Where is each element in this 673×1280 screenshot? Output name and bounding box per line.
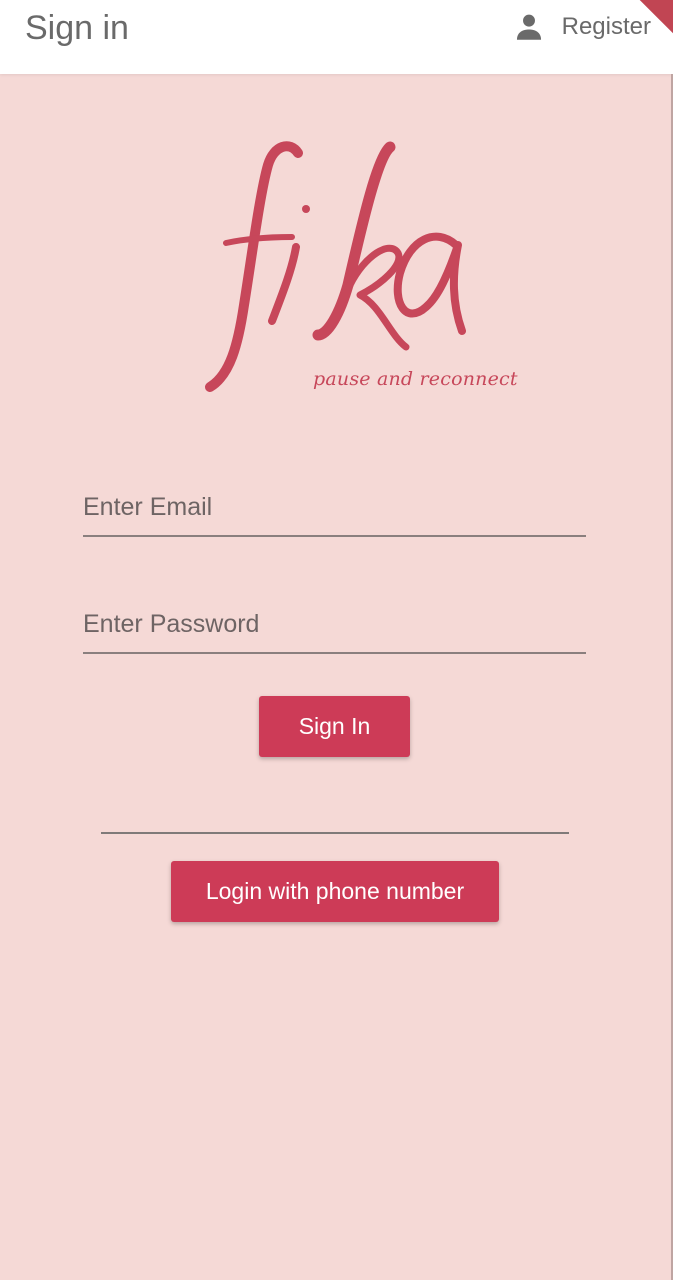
email-field[interactable] <box>83 475 586 537</box>
email-input[interactable] <box>83 489 586 525</box>
register-button[interactable]: Register <box>512 8 651 46</box>
login-with-phone-button[interactable]: Login with phone number <box>171 861 499 922</box>
register-label: Register <box>561 13 651 40</box>
sign-in-button[interactable]: Sign In <box>259 696 410 757</box>
person-icon <box>516 14 541 40</box>
divider <box>101 832 569 834</box>
page-title: Sign in <box>25 9 129 47</box>
logo-tagline: pause and reconnect <box>313 368 518 390</box>
app-bar: Sign in Register <box>0 0 673 74</box>
password-field[interactable] <box>83 592 586 654</box>
fika-logo <box>205 141 466 392</box>
password-input[interactable] <box>83 606 586 642</box>
